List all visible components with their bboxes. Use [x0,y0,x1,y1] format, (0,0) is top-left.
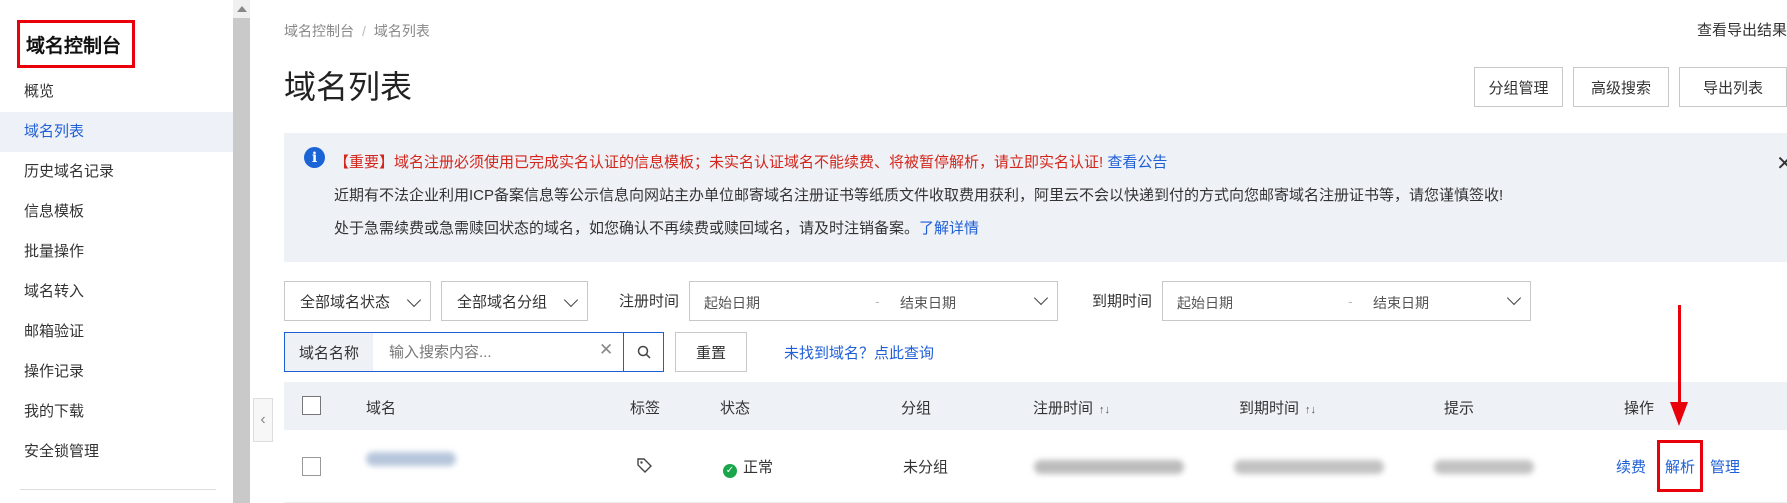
group-filter-value: 全部域名分组 [457,293,548,311]
exp-end-date[interactable]: 结束日期 [1373,293,1429,313]
reg-end-date[interactable]: 结束日期 [900,293,956,313]
search-icon [637,345,651,359]
sidebar-menu: 概览 域名列表 历史域名记录 信息模板 批量操作 域名转入 邮箱验证 操作记录 … [0,72,233,472]
sidebar-item-domain-list[interactable]: 域名列表 [0,112,233,152]
notice-banner: i 【重要】域名注册必须使用已完成实名认证的信息模板；未实名认证域名不能续费、将… [284,133,1787,262]
export-results-link[interactable]: 查看导出结果 [1697,19,1787,40]
chevron-down-icon [563,292,579,308]
sidebar-item-overview[interactable]: 概览 [0,72,233,112]
exp-time-range[interactable]: 起始日期 - 结束日期 [1162,281,1531,321]
table-row: ✓ 正常 未分组 续费 解析 管理 [284,430,1787,503]
check-circle-icon: ✓ [723,464,737,478]
exp-time-label: 到期时间 [1092,293,1153,310]
sidebar-item-downloads[interactable]: 我的下载 [0,392,233,432]
table-header: 域名 标签 状态 分组 注册时间 ↑↓ 到期时间 ↑↓ 提示 操作 [284,382,1787,430]
status-cell: ✓ 正常 [723,456,773,478]
not-found-query-link[interactable]: 未找到域名？点此查询 [784,342,934,363]
domain-search-group: 域名名称 ✕ [284,332,664,372]
reg-time-range[interactable]: 起始日期 - 结束日期 [689,281,1058,321]
th-domain: 域名 [366,400,397,417]
th-reg-time[interactable]: 注册时间 ↑↓ [1033,397,1110,418]
group-cell: 未分组 [903,459,949,476]
breadcrumb-root[interactable]: 域名控制台 [284,23,354,39]
page-title: 域名列表 [284,69,413,105]
row-checkbox[interactable] [302,457,321,476]
exp-start-date[interactable]: 起始日期 [1177,293,1233,313]
breadcrumb: 域名控制台 / 域名列表 [284,21,430,41]
sidebar-item-email-verify[interactable]: 邮箱验证 [0,312,233,352]
sidebar-item-transfer-in[interactable]: 域名转入 [0,272,233,312]
annotation-arrow [1678,305,1681,405]
th-status: 状态 [720,400,751,417]
notice-line-3-wrapper: 处于急需续费或急需赎回状态的域名，如您确认不再续费或赎回域名，请及时注销备案。了… [334,217,979,238]
th-reg-time-label: 注册时间 [1033,400,1094,417]
sort-icon[interactable]: ↑↓ [1099,404,1110,416]
range-dash: - [1348,293,1353,309]
notice-important: 【重要】域名注册必须使用已完成实名认证的信息模板；未实名认证域名不能续费、将被暂… [334,151,1167,172]
th-group: 分组 [901,400,932,417]
manage-link[interactable]: 管理 [1710,456,1740,477]
th-tags: 标签 [630,400,661,417]
reg-start-date[interactable]: 起始日期 [704,293,760,313]
sidebar-item-templates[interactable]: 信息模板 [0,192,233,232]
select-all-checkbox[interactable] [302,396,321,415]
reset-button[interactable]: 重置 [675,332,747,372]
sidebar: 域名控制台 概览 域名列表 历史域名记录 信息模板 批量操作 域名转入 邮箱验证… [0,0,233,503]
sidebar-item-history[interactable]: 历史域名记录 [0,152,233,192]
chevron-down-icon [406,292,422,308]
notice-line-1: 【重要】域名注册必须使用已完成实名认证的信息模板；未实名认证域名不能续费、将被暂… [334,154,1104,171]
hint-blurred [1434,460,1534,474]
status-filter-value: 全部域名状态 [300,293,391,311]
th-exp-time-label: 到期时间 [1239,400,1300,417]
chevron-down-icon [1033,290,1049,306]
sidebar-item-security-lock[interactable]: 安全锁管理 [0,432,233,472]
chevron-down-icon [1506,290,1522,306]
sidebar-divider [20,489,216,490]
group-manage-button[interactable]: 分组管理 [1474,67,1563,107]
annotation-arrow-head [1670,402,1688,426]
scroll-up-arrow-icon[interactable] [233,0,250,18]
group-filter-select[interactable]: 全部域名分组 [441,281,588,321]
breadcrumb-separator: / [362,23,366,39]
sidebar-item-batch[interactable]: 批量操作 [0,232,233,272]
tag-icon[interactable] [636,457,653,474]
sidebar-scrollbar[interactable] [233,0,250,503]
reg-time-blurred [1034,460,1184,474]
close-icon[interactable]: ✕ [1776,151,1787,176]
collapse-sidebar-handle[interactable]: ‹ [253,398,273,442]
range-dash: - [875,293,880,309]
notice-line-3: 处于急需续费或急需赎回状态的域名，如您确认不再续费或赎回域名，请及时注销备案。 [334,220,920,237]
export-list-button[interactable]: 导出列表 [1679,67,1787,107]
search-input[interactable] [389,341,589,363]
info-icon: i [304,147,325,168]
renew-link[interactable]: 续费 [1616,456,1646,477]
sort-icon[interactable]: ↑↓ [1305,404,1316,416]
status-text: 正常 [743,459,774,476]
advanced-search-button[interactable]: 高级搜索 [1573,67,1669,107]
notice-line-2: 近期有不法企业利用ICP备案信息等公示信息向网站主办单位邮寄域名注册证书等纸质文… [334,187,1504,204]
chevron-left-icon: ‹ [260,411,266,428]
th-exp-time[interactable]: 到期时间 ↑↓ [1239,397,1316,418]
main-content: 域名控制台 / 域名列表 查看导出结果 域名列表 分组管理 高级搜索 导出列表 i … [284,0,1787,503]
th-hint: 提示 [1444,400,1475,417]
resolve-highlight-box [1657,440,1703,492]
breadcrumb-current: 域名列表 [373,23,430,39]
sidebar-item-operation-log[interactable]: 操作记录 [0,352,233,392]
status-filter-select[interactable]: 全部域名状态 [284,281,431,321]
clear-icon[interactable]: ✕ [599,340,613,360]
reg-time-label: 注册时间 [619,293,680,310]
view-announcement-link[interactable]: 查看公告 [1107,154,1167,171]
exp-time-blurred [1234,460,1384,474]
th-actions: 操作 [1624,400,1655,417]
console-title[interactable]: 域名控制台 [17,20,135,68]
learn-more-link[interactable]: 了解详情 [919,220,979,237]
search-field-label[interactable]: 域名名称 [285,333,373,371]
domain-name-blurred[interactable] [366,452,456,466]
search-button[interactable] [623,333,663,371]
